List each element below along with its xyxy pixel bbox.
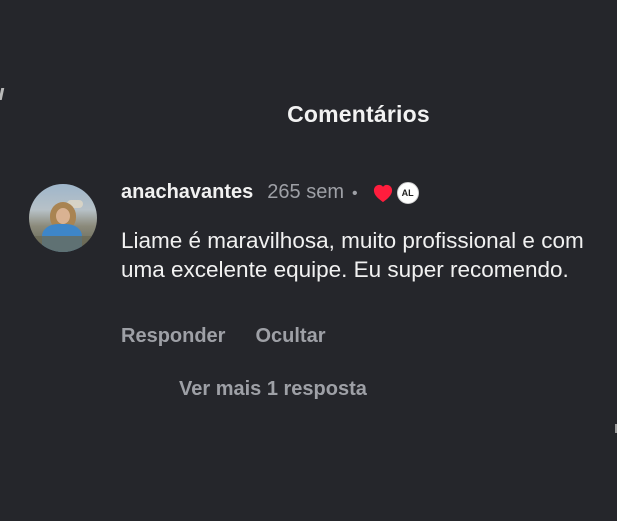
edge-mark [0, 88, 5, 100]
comments-screen: Comentários anachavantes 265 sem • AL Li… [0, 0, 617, 521]
author-badge: AL [396, 181, 419, 204]
heart-icon [373, 184, 392, 202]
meta-separator: • [352, 184, 358, 202]
view-more-replies[interactable]: Ver mais 1 resposta [179, 378, 367, 401]
comment-username[interactable]: anachavantes [121, 181, 253, 204]
avatar-face [56, 208, 70, 224]
comment-actions: Responder Ocultar [121, 325, 356, 348]
comment-time: 265 sem [267, 181, 345, 203]
reply-button[interactable]: Responder [121, 325, 225, 348]
comment-body: Liame é maravilhosa, muito profissional … [121, 228, 584, 282]
comment-meta: anachavantes 265 sem • AL [121, 181, 419, 204]
avatar-foreground [29, 236, 97, 252]
user-avatar[interactable] [29, 184, 97, 252]
page-title: Comentários [287, 101, 430, 127]
hide-button[interactable]: Ocultar [255, 325, 325, 348]
